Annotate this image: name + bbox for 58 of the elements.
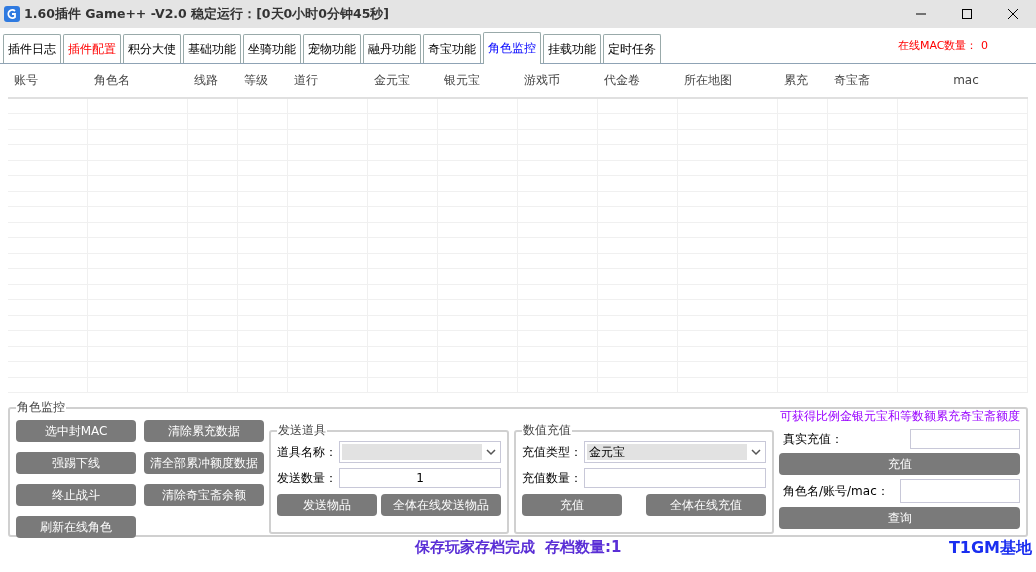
tab[interactable]: 插件配置 [63,34,121,63]
action-button[interactable]: 清全部累冲额度数据 [144,452,264,474]
column-header: 银元宝 [443,71,481,89]
status-message: 保存玩家存档完成 存档数量:1 [414,538,622,557]
tab[interactable]: 插件日志 [3,34,61,63]
action-button[interactable]: 终止战斗 [16,484,136,506]
column-header: 账号 [13,71,39,89]
real-recharge-field[interactable] [910,429,1020,449]
recharge-button[interactable]: 充值 [522,494,622,516]
action-button[interactable]: 清除累充数据 [144,420,264,442]
action-button[interactable]: 刷新在线角色 [16,516,136,538]
column-header: 等级 [243,71,269,89]
tab[interactable]: 宠物功能 [303,34,361,63]
field-label: 充值数量： [522,469,582,487]
tab[interactable]: 基础功能 [183,34,241,63]
column-header: 奇宝斋 [833,71,871,89]
brand-label: T1GM基地 [948,538,1032,559]
action-button[interactable]: 清除奇宝斋余额 [144,484,264,506]
column-header: 代金卷 [603,71,641,89]
send-count-field[interactable]: 1 [339,468,501,488]
field-label: 道具名称： [277,443,337,461]
window-title: 1.60插件 Game++ -V2.0 稳定运行：[0天0小时0分钟45秒] [24,5,390,23]
item-name-dropdown[interactable] [339,441,501,463]
panel-title: 角色监控 [16,399,66,416]
column-header: 金元宝 [373,71,411,89]
field-label: 真实充值： [783,430,843,448]
tab[interactable]: 挂载功能 [543,34,601,63]
send-button[interactable]: 全体在线发送物品 [381,494,501,516]
field-label: 发送数量： [277,469,337,487]
tab[interactable]: 坐骑功能 [243,34,301,63]
field-label: 角色名/账号/mac： [783,482,889,500]
query-button[interactable]: 查询 [779,507,1020,529]
action-button[interactable]: 强踢下线 [16,452,136,474]
recharge-amount-field[interactable] [584,468,766,488]
tab[interactable]: 定时任务 [603,34,661,63]
column-header: 累充 [783,71,809,89]
tab[interactable]: 积分大使 [123,34,181,63]
tab[interactable]: 融丹功能 [363,34,421,63]
recharge-type-dropdown[interactable]: 金元宝 [584,441,766,463]
app-logo-icon [4,6,20,22]
recharge-button[interactable]: 全体在线充值 [646,494,766,516]
column-header: 线路 [193,71,219,89]
online-mac-count: 在线MAC数量： 0 [898,38,988,53]
query-field[interactable] [900,479,1020,503]
real-recharge-button[interactable]: 充值 [779,453,1020,475]
field-label: 充值类型： [522,443,582,461]
column-header: 所在地图 [683,71,733,89]
column-header: 角色名 [93,71,131,89]
action-button[interactable]: 选中封MAC [16,420,136,442]
tab[interactable]: 角色监控 [483,32,541,64]
recharge-note: 可获得比例金银元宝和等数额累充奇宝斋额度 [780,408,1020,425]
send-button[interactable]: 发送物品 [277,494,377,516]
tab[interactable]: 奇宝功能 [423,34,481,63]
group-title: 数值充值 [522,422,572,439]
column-header: 道行 [293,71,319,89]
column-header: mac [952,73,980,88]
group-title: 发送道具 [277,422,327,439]
column-header: 游戏币 [523,71,561,89]
